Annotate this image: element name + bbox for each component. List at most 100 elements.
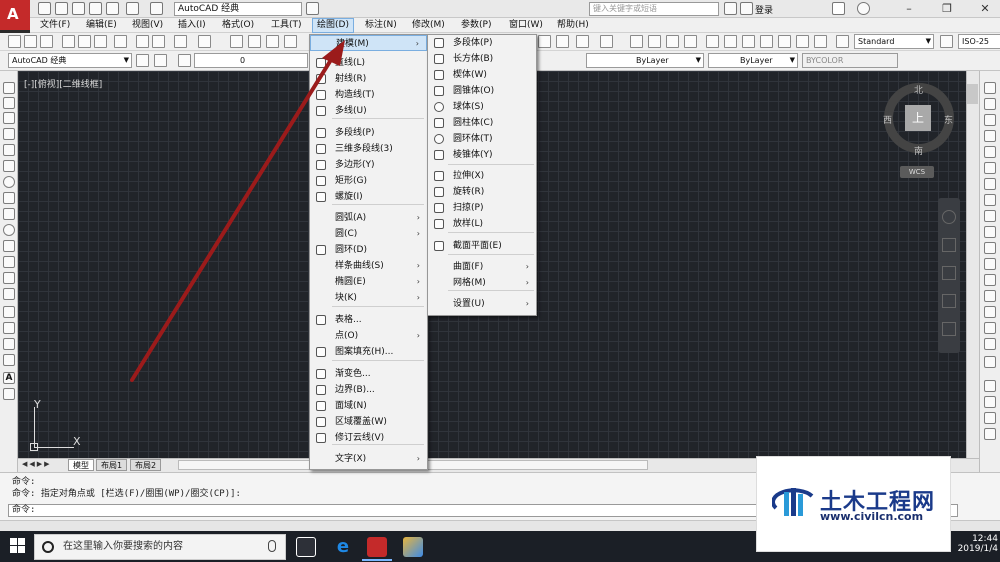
- break-icon[interactable]: [984, 274, 996, 286]
- modeling-menu-item-cone[interactable]: 圆锥体(O): [428, 83, 536, 99]
- pan-realtime-icon[interactable]: [630, 35, 643, 48]
- modeling-menu-item-pyramid[interactable]: 棱锥体(Y): [428, 147, 536, 163]
- blend-curves-icon[interactable]: [984, 338, 996, 350]
- match-properties-icon[interactable]: [538, 35, 551, 48]
- restore-button[interactable]: ❐: [934, 0, 960, 18]
- tab-model[interactable]: 模型: [68, 459, 94, 471]
- extend-icon[interactable]: [984, 242, 996, 254]
- compass-east[interactable]: 东: [944, 113, 953, 126]
- revision-cloud-icon[interactable]: [3, 192, 15, 204]
- draw-menu-item-circle[interactable]: 圆(C) ›: [310, 226, 427, 242]
- copy-icon[interactable]: [152, 35, 165, 48]
- mirror-icon[interactable]: [984, 114, 996, 126]
- draw-menu-item-rectangle[interactable]: 矩形(G): [310, 173, 427, 189]
- save-icon[interactable]: [40, 35, 53, 48]
- table-icon[interactable]: [3, 354, 15, 366]
- menu-edit[interactable]: 编辑(E): [82, 19, 121, 32]
- help-icon[interactable]: [857, 2, 870, 15]
- autocad-taskbar-icon[interactable]: [367, 537, 387, 557]
- linetype-combo[interactable]: ByLayer ▼: [708, 53, 798, 68]
- compass-west[interactable]: 西: [883, 113, 892, 126]
- draw-menu-item-multiline[interactable]: 多线(U): [310, 103, 427, 119]
- user-icon[interactable]: [740, 2, 753, 15]
- multiline-text-icon[interactable]: A: [3, 372, 15, 384]
- vertical-scrollbar[interactable]: [966, 71, 979, 458]
- 3d-print-icon[interactable]: [114, 35, 127, 48]
- draw-menu-item-polyline[interactable]: 多段线(P): [310, 125, 427, 141]
- arc-icon[interactable]: [3, 160, 15, 172]
- modeling-menu-item-sweep[interactable]: 扫掠(P): [428, 200, 536, 216]
- modeling-menu-item-box[interactable]: 长方体(B): [428, 51, 536, 67]
- taskbar-clock[interactable]: 12:44 2019/1/4: [950, 534, 998, 554]
- save-as-icon[interactable]: [89, 2, 102, 15]
- properties-palette-icon[interactable]: [706, 35, 719, 48]
- erase-icon[interactable]: [984, 82, 996, 94]
- compass-north[interactable]: 北: [914, 83, 923, 96]
- menu-dimension[interactable]: 标注(N): [361, 19, 401, 32]
- text-style-combo[interactable]: Standard ▼: [854, 34, 934, 49]
- help-icon[interactable]: [814, 35, 827, 48]
- properties-icon[interactable]: [284, 35, 297, 48]
- construction-line-icon[interactable]: [3, 97, 15, 109]
- customize-icon[interactable]: [306, 2, 319, 15]
- compass-south[interactable]: 南: [914, 144, 923, 157]
- save-icon[interactable]: [72, 2, 85, 15]
- text-style-icon[interactable]: [836, 35, 849, 48]
- point-icon[interactable]: [3, 288, 15, 300]
- bring-above-icon[interactable]: [984, 428, 996, 440]
- redo-icon[interactable]: [600, 35, 613, 48]
- trim-icon[interactable]: [984, 226, 996, 238]
- polyline-icon[interactable]: [3, 112, 15, 124]
- layer-properties-icon[interactable]: [154, 54, 167, 67]
- move-icon[interactable]: [984, 162, 996, 174]
- fillet-icon[interactable]: [984, 322, 996, 334]
- draw-menu-item-donut[interactable]: 圆环(D): [310, 242, 427, 258]
- tab-layout2[interactable]: 布局2: [130, 459, 162, 471]
- menu-parametric[interactable]: 参数(P): [457, 19, 495, 32]
- menu-help[interactable]: 帮助(H): [553, 19, 593, 32]
- menu-draw[interactable]: 绘图(D): [312, 18, 354, 33]
- modeling-menu-item-cylinder[interactable]: 圆柱体(C): [428, 115, 536, 131]
- workspace-combo[interactable]: AutoCAD 经典 ▼: [8, 53, 132, 68]
- draw-menu-item-modeling[interactable]: 建模(M) ›: [310, 35, 427, 51]
- workspace-settings-icon[interactable]: [136, 54, 149, 67]
- array-icon[interactable]: [984, 146, 996, 158]
- publish-icon[interactable]: [94, 35, 107, 48]
- draw-menu-item-region[interactable]: 面域(N): [310, 398, 427, 414]
- zoom-realtime-icon[interactable]: [648, 35, 661, 48]
- viewport-controls-label[interactable]: [-][俯视][二维线框]: [24, 77, 102, 90]
- circle-icon[interactable]: [3, 176, 15, 188]
- close-button[interactable]: ✕: [972, 0, 998, 18]
- stretch-icon[interactable]: [984, 210, 996, 222]
- markup-icon[interactable]: [778, 35, 791, 48]
- tab-nav-arrows-icon[interactable]: ◀◀▶▶: [22, 460, 66, 470]
- pan-icon[interactable]: [230, 35, 243, 48]
- workspace-select[interactable]: AutoCAD 经典: [174, 2, 302, 16]
- bring-to-front-icon[interactable]: [984, 396, 996, 408]
- paint-app-icon[interactable]: [403, 537, 423, 557]
- send-to-back-icon[interactable]: [984, 412, 996, 424]
- print-icon[interactable]: [106, 2, 119, 15]
- windows-start-icon[interactable]: [10, 538, 26, 554]
- menu-window[interactable]: 窗口(W): [505, 19, 547, 32]
- offset-icon[interactable]: [984, 130, 996, 142]
- draw-menu-item-helix[interactable]: 螺旋(I): [310, 189, 427, 205]
- insert-block-icon[interactable]: [3, 256, 15, 268]
- plotstyle-combo[interactable]: BYCOLOR: [802, 53, 898, 68]
- microphone-icon[interactable]: [268, 540, 276, 552]
- modeling-menu-item-revolve[interactable]: 旋转(R): [428, 184, 536, 200]
- draw-menu-item-construction-line[interactable]: 构造线(T): [310, 87, 427, 103]
- zoom-extents-nav-icon[interactable]: [942, 266, 956, 280]
- draw-menu-item-ray[interactable]: 射线(R): [310, 71, 427, 87]
- modeling-menu-item-torus[interactable]: 圆环体(T): [428, 131, 536, 147]
- minimize-button[interactable]: –: [896, 0, 922, 18]
- menu-file[interactable]: 文件(F): [36, 19, 74, 32]
- draw-menu-item-boundary[interactable]: 边界(B)...: [310, 382, 427, 398]
- autocad-app-icon[interactable]: A: [0, 0, 30, 30]
- viewcube-top-face[interactable]: 上: [905, 105, 931, 131]
- pan-hand-icon[interactable]: [942, 238, 956, 252]
- modeling-menu-item-extrude[interactable]: 拉伸(X): [428, 168, 536, 184]
- draw-menu-item-hatch[interactable]: 图案填充(H)...: [310, 344, 427, 360]
- quickcalc-icon[interactable]: [796, 35, 809, 48]
- rotate-icon[interactable]: [984, 178, 996, 190]
